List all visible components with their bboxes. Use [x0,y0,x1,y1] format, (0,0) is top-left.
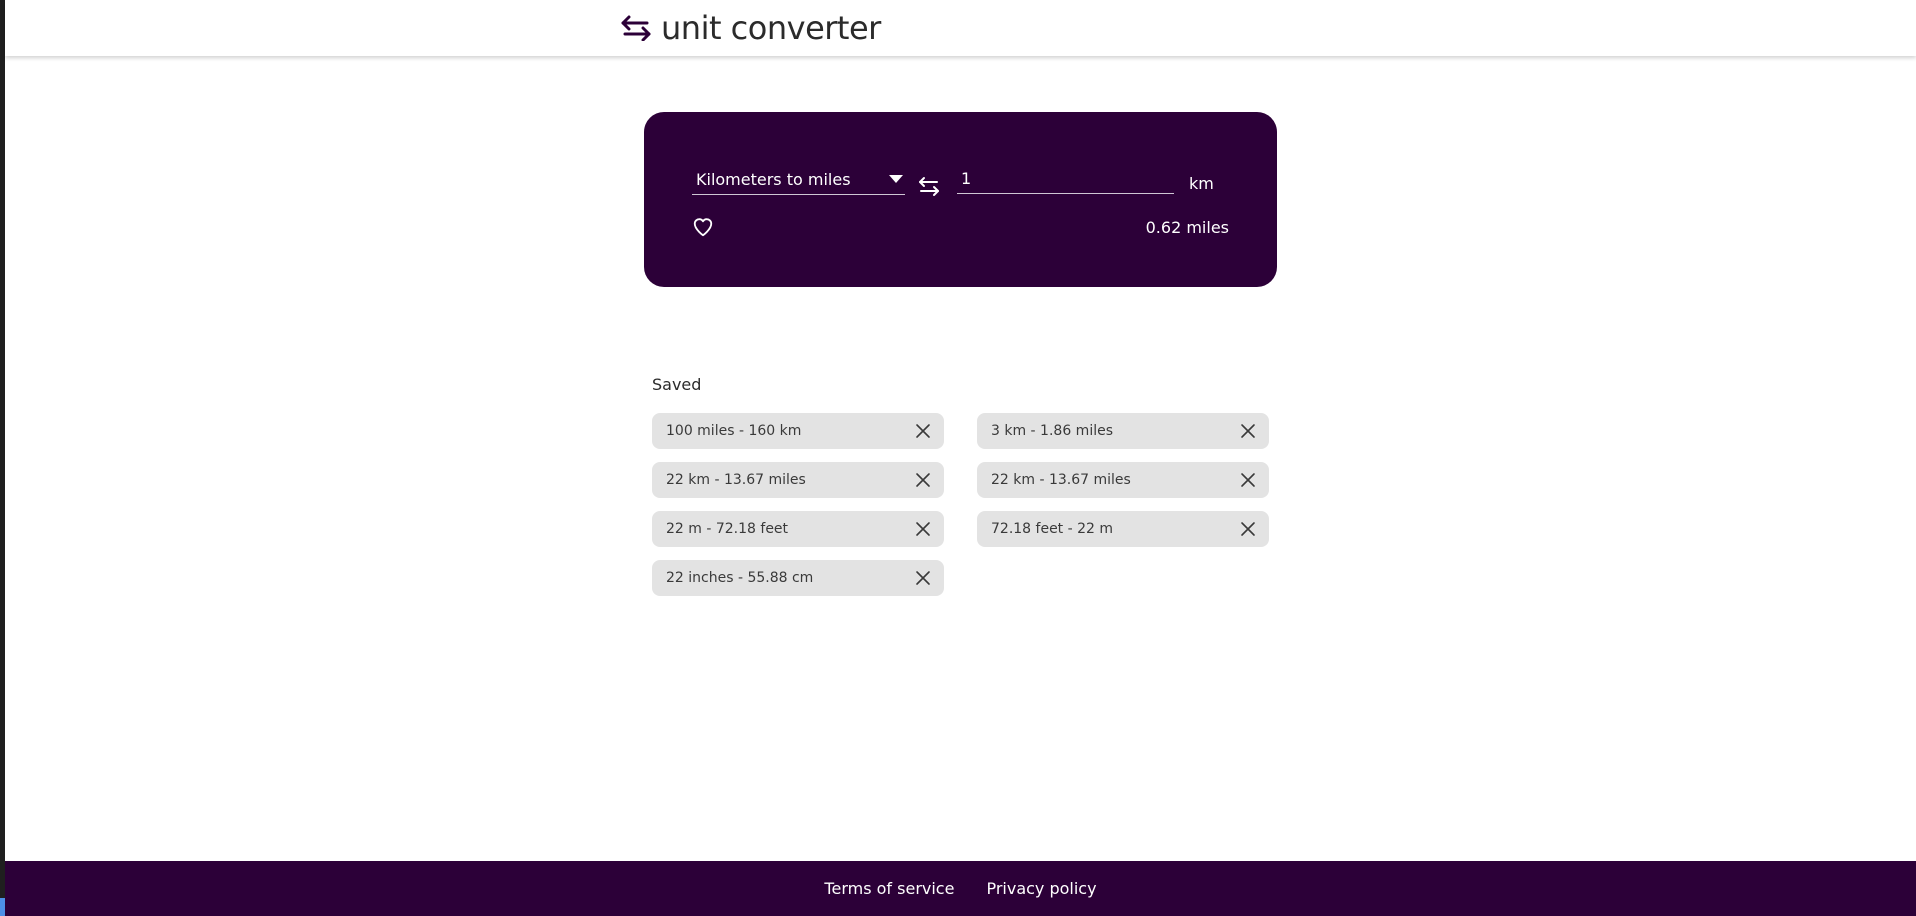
saved-item[interactable]: 22 inches - 55.88 cm [652,560,944,596]
saved-item-label: 22 km - 13.67 miles [666,472,806,488]
saved-item[interactable]: 22 km - 13.67 miles [977,462,1269,498]
brand[interactable]: unit converter [621,8,881,48]
close-icon[interactable] [914,520,932,538]
saved-item[interactable]: 22 km - 13.67 miles [652,462,944,498]
chevron-down-icon [887,173,905,185]
conversion-result: 0.62 miles [1145,218,1229,237]
close-icon[interactable] [914,569,932,587]
converter-card: Kilometers to miles km 0.62 miles [644,112,1277,287]
saved-item-label: 22 inches - 55.88 cm [666,570,814,586]
close-icon[interactable] [914,422,932,440]
saved-list: 100 miles - 160 km 3 km - 1.86 miles 22 … [652,413,1270,596]
close-icon[interactable] [1239,422,1257,440]
saved-item[interactable]: 22 m - 72.18 feet [652,511,944,547]
favorite-button[interactable] [692,216,714,238]
close-icon[interactable] [1239,520,1257,538]
saved-item-label: 3 km - 1.86 miles [991,423,1114,439]
app-title: unit converter [661,9,881,47]
saved-item-label: 22 m - 72.18 feet [666,521,789,537]
top-bar: unit converter [5,0,1916,56]
unit-label: km [1189,174,1214,193]
saved-item-label: 72.18 feet - 22 m [991,521,1114,537]
saved-item[interactable]: 3 km - 1.86 miles [977,413,1269,449]
saved-item-label: 100 miles - 160 km [666,423,802,439]
conversion-select[interactable]: Kilometers to miles [692,164,905,195]
swap-arrows-icon [621,15,651,41]
heart-icon [693,218,713,237]
saved-item[interactable]: 72.18 feet - 22 m [977,511,1269,547]
terms-of-service-link[interactable]: Terms of service [824,879,954,898]
saved-heading: Saved [652,375,702,394]
privacy-policy-link[interactable]: Privacy policy [986,879,1096,898]
window-left-edge [0,0,5,916]
amount-input[interactable] [957,164,1174,194]
swap-arrows-icon [919,177,939,196]
conversion-select-value: Kilometers to miles [696,169,851,189]
footer: Terms of service Privacy policy [5,861,1916,916]
saved-item-label: 22 km - 13.67 miles [991,472,1131,488]
saved-item[interactable]: 100 miles - 160 km [652,413,944,449]
close-icon[interactable] [1239,471,1257,489]
close-icon[interactable] [914,471,932,489]
swap-units-button[interactable] [917,174,943,200]
